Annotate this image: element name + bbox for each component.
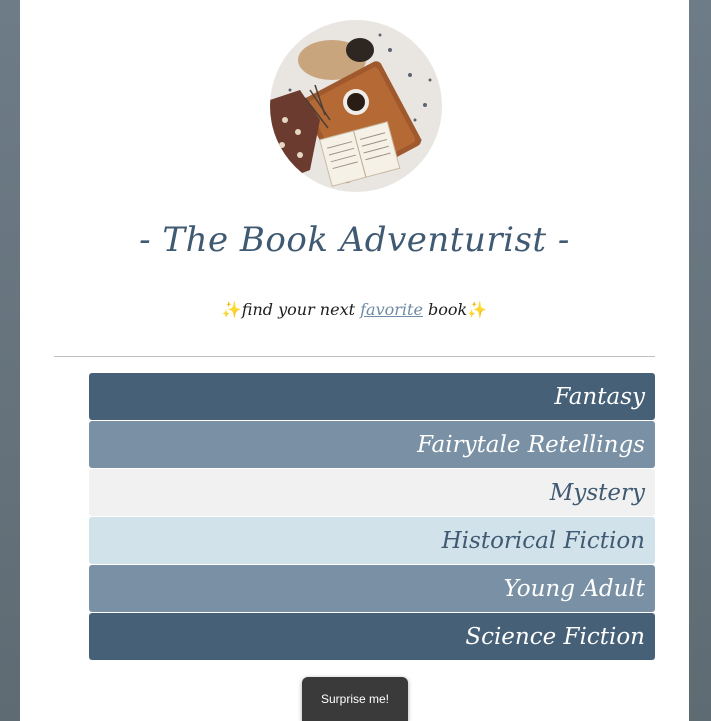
tagline-suffix: book [428,300,468,319]
genre-science-fiction[interactable]: Science Fiction [89,613,655,660]
genre-historical-fiction[interactable]: Historical Fiction [89,517,655,564]
page-title: - The Book Adventurist - [139,220,570,260]
genre-fairytale-retellings[interactable]: Fairytale Retellings [89,421,655,468]
favorite-link[interactable]: favorite [360,300,423,319]
avatar-photo [270,20,442,192]
sparkles-icon: ✨ [467,300,488,319]
tagline-prefix: find your next [241,300,356,319]
tagline: ✨find your next favorite book✨ [20,300,689,319]
genre-list: Fantasy Fairytale Retellings Mystery His… [89,373,655,661]
profile-card: - The Book Adventurist - ✨find your next… [20,0,689,721]
profile-avatar [270,20,442,192]
divider [54,356,655,357]
surprise-me-button[interactable]: Surprise me! [302,677,408,721]
genre-mystery[interactable]: Mystery [89,469,655,516]
genre-young-adult[interactable]: Young Adult [89,565,655,612]
sparkles-icon: ✨ [221,300,242,319]
genre-fantasy[interactable]: Fantasy [89,373,655,420]
